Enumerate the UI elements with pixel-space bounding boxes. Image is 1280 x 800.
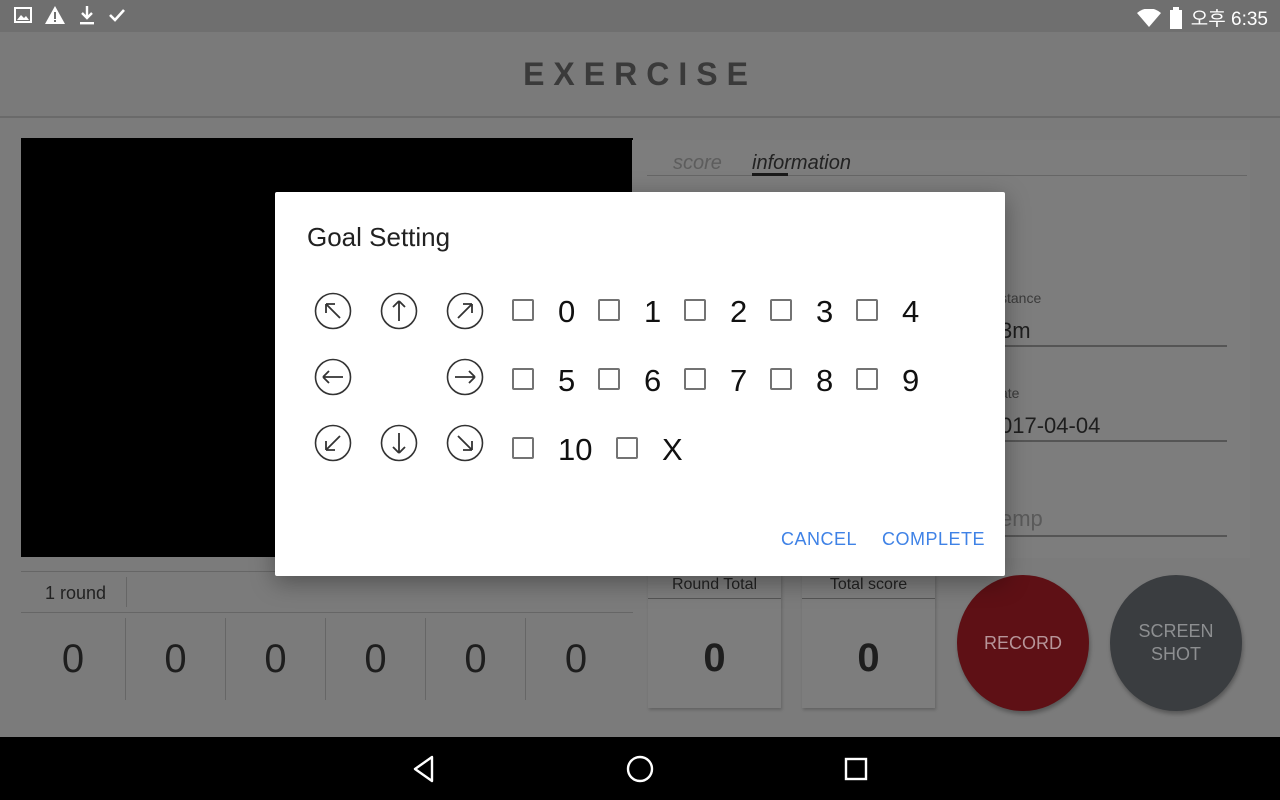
app-bar: EXERCISE [0,32,1280,118]
checkbox-0[interactable]: 0 [512,292,576,329]
round-label[interactable]: 1 round [45,583,106,604]
checkbox-10[interactable]: 10 [512,430,593,467]
checkbox-label: 1 [644,294,662,329]
total-score-value: 0 [857,636,880,680]
checkbox-box[interactable] [770,299,792,321]
arrow-right-icon[interactable] [446,358,484,396]
checkbox-box[interactable] [616,437,638,459]
screenshot-button[interactable]: SCREEN SHOT [1110,575,1242,711]
checkbox-label: 3 [816,294,834,329]
checkbox-box[interactable] [856,299,878,321]
checkbox-label: 7 [730,363,748,398]
checkbox-4[interactable]: 4 [856,292,920,329]
screenshot-label-line1: SCREEN [1138,621,1214,641]
cancel-button[interactable]: CANCEL [781,529,857,550]
checkbox-8[interactable]: 8 [770,361,834,398]
image-icon [14,6,32,24]
screenshot-label-line2: SHOT [1150,644,1201,664]
checkbox-2[interactable]: 2 [684,292,748,329]
checkbox-label: 9 [902,363,920,398]
checkbox-5[interactable]: 5 [512,361,576,398]
checkbox-3[interactable]: 3 [770,292,834,329]
round-total-box: Round Total 0 [648,574,781,708]
checkbox-box[interactable] [512,299,534,321]
record-button[interactable]: RECORD [957,575,1089,711]
checkbox-6[interactable]: 6 [598,361,662,398]
navigation-bar [0,737,1280,800]
status-time: 오후 6:35 [1190,9,1268,30]
distance-field[interactable]: stance 3m [1000,290,1227,347]
checkbox-label: X [662,432,683,467]
checkbox-label: 2 [730,294,748,329]
checkbox-7[interactable]: 7 [684,361,748,398]
checkbox-label: 5 [558,363,576,398]
complete-button[interactable]: COMPLETE [882,529,985,550]
total-score-box: Total score 0 [802,574,935,708]
checkbox-9[interactable]: 9 [856,361,920,398]
wifi-icon [1136,8,1161,27]
round-total-label: Round Total [648,576,781,599]
tab-bar: score information [647,150,1247,176]
round-bar: 1 round [21,571,633,613]
arrow-down-right-icon[interactable] [446,424,484,462]
home-icon[interactable] [624,753,656,785]
checkbox-1[interactable]: 1 [598,292,662,329]
record-button-label: RECORD [983,632,1062,653]
tab-indicator [752,173,788,176]
score-cell-4[interactable]: 0 [326,618,426,700]
checkbox-box[interactable] [684,299,706,321]
download-icon [78,5,96,25]
score-cell-3[interactable]: 0 [226,618,326,700]
check-icon [108,7,126,23]
score-cell-5[interactable]: 0 [426,618,526,700]
checkbox-label: 10 [558,432,593,467]
checkbox-box[interactable] [856,368,878,390]
checkbox-label: 0 [558,294,576,329]
date-value: 017-04-04 [1000,413,1101,438]
score-cell-2[interactable]: 0 [126,618,226,700]
goal-setting-dialog: Goal Setting 0 1 2 3 4 5 6 7 8 9 10 X CA… [275,192,1005,576]
status-bar: 오후 6:35 [0,0,1280,32]
date-field[interactable]: ate 017-04-04 [1000,385,1227,442]
checkbox-label: 4 [902,294,920,329]
arrow-down-left-icon[interactable] [314,424,352,462]
checkbox-box[interactable] [512,437,534,459]
checkbox-box[interactable] [598,368,620,390]
checkbox-box[interactable] [598,299,620,321]
checkbox-box[interactable] [684,368,706,390]
recents-icon[interactable] [840,753,872,785]
checkbox-box[interactable] [512,368,534,390]
checkbox-label: 8 [816,363,834,398]
dialog-title: Goal Setting [307,222,451,252]
divider [126,577,127,607]
score-cell-1[interactable]: 0 [21,618,126,700]
round-total-value: 0 [703,636,726,680]
back-icon[interactable] [408,753,440,785]
arrow-down-icon[interactable] [380,424,418,462]
distance-label: stance [1000,290,1042,306]
arrow-up-left-icon[interactable] [314,292,352,330]
temp-field[interactable]: emp [1000,480,1227,537]
tab-score[interactable]: score [673,152,722,175]
warning-icon [44,5,66,25]
score-row: 0 0 0 0 0 0 [21,618,633,700]
battery-icon [1169,6,1183,29]
arrow-up-right-icon[interactable] [446,292,484,330]
checkbox-label: 6 [644,363,662,398]
checkbox-box[interactable] [770,368,792,390]
page-title: EXERCISE [523,56,757,92]
tab-information[interactable]: information [752,152,851,175]
temp-placeholder: emp [1000,506,1043,531]
total-score-label: Total score [802,576,935,599]
arrow-up-icon[interactable] [380,292,418,330]
score-cell-6[interactable]: 0 [526,618,626,700]
checkbox-x[interactable]: X [616,430,683,467]
arrow-left-icon[interactable] [314,358,352,396]
